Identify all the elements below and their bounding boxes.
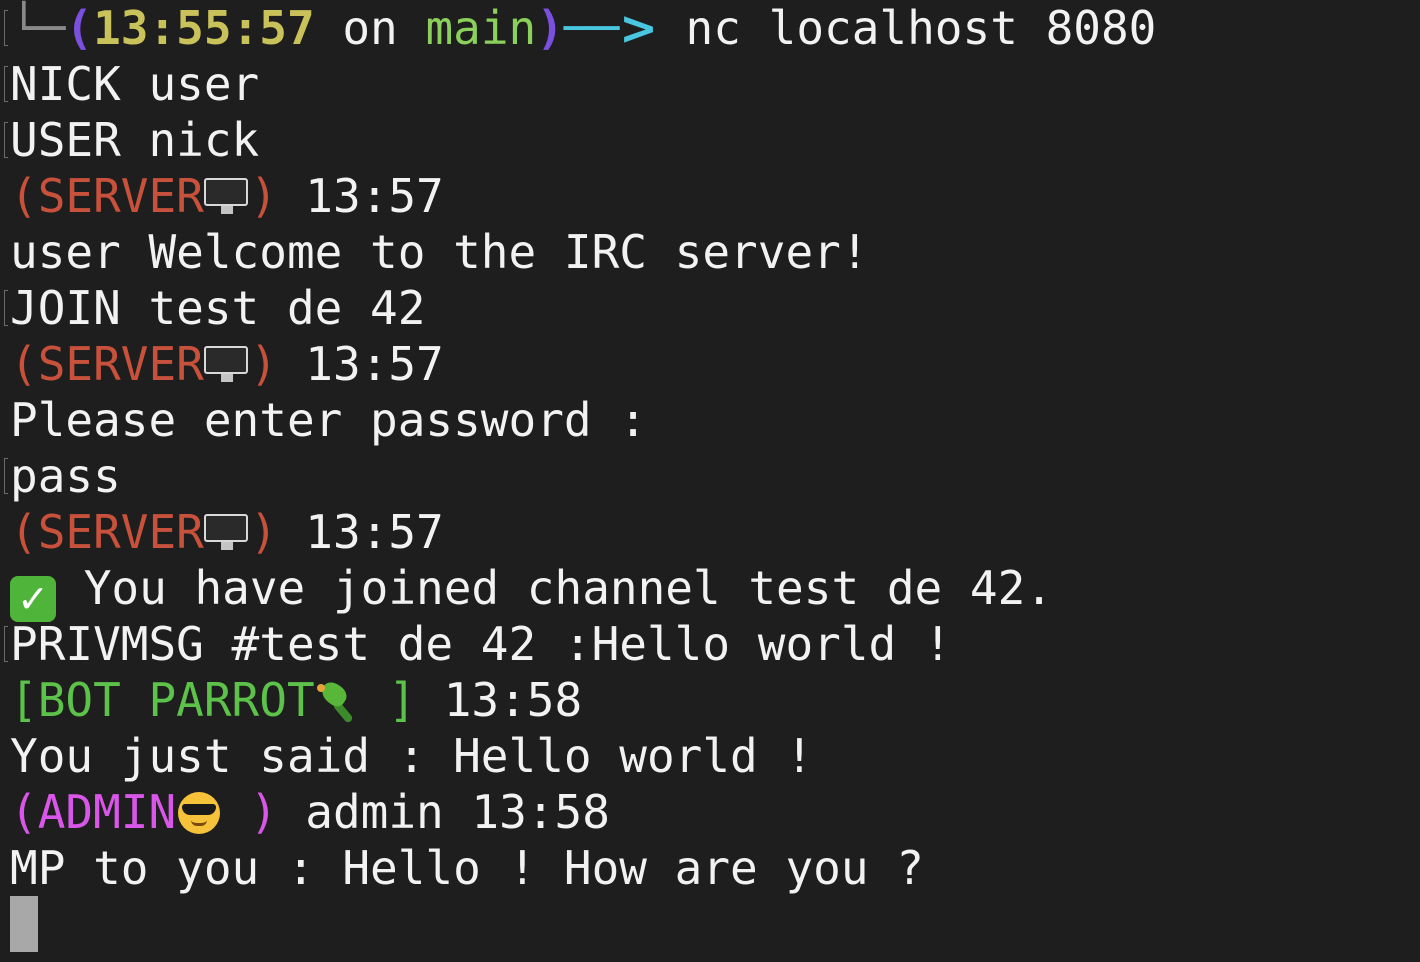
input-marker bbox=[4, 10, 8, 46]
admin-header: (ADMIN ) admin 13:58 bbox=[10, 784, 610, 840]
bot-reply: You just said : Hello world ! bbox=[10, 729, 814, 783]
server-time: 13:57 bbox=[277, 337, 444, 391]
server-header: (SERVER) 13:57 bbox=[10, 504, 444, 560]
server-label: (SERVER bbox=[10, 337, 204, 391]
prompt-command: nc localhost 8080 bbox=[657, 1, 1157, 55]
input-user: USER nick bbox=[10, 113, 260, 167]
monitor-icon bbox=[203, 344, 250, 384]
sunglasses-face-icon bbox=[176, 790, 222, 836]
input-marker bbox=[4, 290, 8, 326]
server-header: (SERVER) 13:57 bbox=[10, 168, 444, 224]
monitor-icon bbox=[203, 512, 250, 552]
input-marker bbox=[4, 66, 8, 102]
server-label: (SERVER bbox=[10, 505, 204, 559]
input-marker bbox=[4, 122, 8, 158]
server-label: (SERVER bbox=[10, 169, 204, 223]
shell-prompt-line: └─(13:55:57 on main)──> nc localhost 808… bbox=[10, 0, 1156, 56]
server-label-close: ) bbox=[249, 337, 278, 391]
terminal-window[interactable]: └─(13:55:57 on main)──> nc localhost 808… bbox=[0, 0, 1420, 962]
input-join: JOIN test de 42 bbox=[10, 281, 426, 335]
input-marker bbox=[4, 626, 8, 662]
prompt-close-paren: ) bbox=[536, 1, 564, 55]
bot-label-close: ] bbox=[360, 673, 417, 727]
monitor-icon bbox=[203, 176, 250, 216]
prompt-corner: └─ bbox=[10, 1, 66, 55]
input-marker bbox=[4, 458, 8, 494]
admin-label: (ADMIN bbox=[10, 785, 177, 839]
bot-time: 13:58 bbox=[416, 673, 583, 727]
server-label-close: ) bbox=[249, 169, 278, 223]
server-label-close: ) bbox=[249, 505, 278, 559]
server-time: 13:57 bbox=[277, 505, 444, 559]
admin-label-close: ) bbox=[222, 785, 278, 839]
prompt-open-paren: ( bbox=[65, 1, 94, 55]
parrot-icon bbox=[315, 678, 361, 724]
bot-header: [BOT PARROT ] 13:58 bbox=[10, 672, 582, 728]
input-privmsg: PRIVMSG #test de 42 :Hello world ! bbox=[10, 617, 952, 671]
terminal-cursor[interactable] bbox=[10, 896, 38, 952]
prompt-arrow: ──> bbox=[563, 1, 658, 55]
prompt-time: 13:55:57 bbox=[93, 1, 315, 55]
bot-label: [BOT PARROT bbox=[10, 673, 315, 727]
admin-message: MP to you : Hello ! How are you ? bbox=[10, 841, 924, 895]
server-time: 13:57 bbox=[277, 169, 444, 223]
input-nick: NICK user bbox=[10, 57, 260, 111]
server-header: (SERVER) 13:57 bbox=[10, 336, 444, 392]
joined-message: You have joined channel test de 42. bbox=[56, 561, 1053, 615]
server-welcome-message: user Welcome to the IRC server! bbox=[10, 225, 869, 279]
input-pass: pass bbox=[10, 449, 121, 503]
password-prompt: Please enter password : bbox=[10, 393, 647, 447]
prompt-on: on bbox=[314, 1, 426, 55]
joined-message-line: ✓ You have joined channel test de 42. bbox=[10, 560, 1053, 622]
prompt-branch: main bbox=[425, 1, 537, 55]
admin-info: admin 13:58 bbox=[277, 785, 610, 839]
